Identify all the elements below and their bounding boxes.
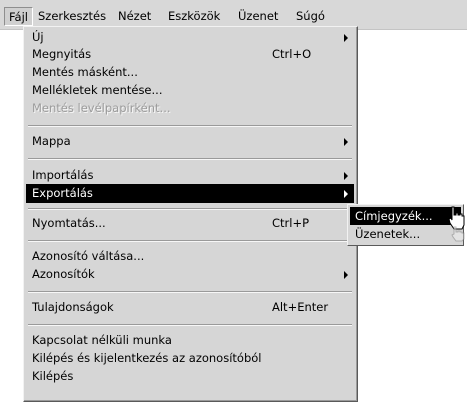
submenu-item-label: Üzenetek... — [355, 227, 421, 241]
menu-item-open[interactable]: Megnyitás Ctrl+O — [26, 45, 354, 64]
drag-trail-icon — [451, 226, 465, 242]
submenu-item-label: Címjegyzék... — [355, 209, 433, 223]
menu-item-import[interactable]: Importálás — [26, 166, 354, 185]
submenu-arrow-icon — [344, 172, 348, 180]
menu-separator — [28, 158, 352, 160]
submenu-arrow-icon — [344, 271, 348, 279]
submenu-arrow-icon — [344, 34, 348, 42]
menu-item-properties[interactable]: Tulajdonságok Alt+Enter — [26, 298, 354, 317]
menu-item-exit-and-log-off[interactable]: Kilépés és kijelentkezés az azonosítóból — [26, 349, 354, 368]
menu-separator — [28, 324, 352, 326]
submenu-arrow-icon — [344, 138, 348, 146]
menu-item-work-offline[interactable]: Kapcsolat nélküli munka — [26, 331, 354, 350]
menu-item-label: Megnyitás — [32, 47, 92, 61]
menu-item-label: Azonosítók — [32, 267, 95, 281]
submenu-item-messages[interactable]: Üzenetek... — [350, 225, 461, 243]
shortcut-label: Ctrl+O — [272, 47, 312, 61]
menu-item-label: Mellékletek mentése... — [32, 83, 163, 97]
menu-item-label: Nyomtatás... — [32, 216, 106, 230]
menu-item-label: Kilépés — [32, 369, 74, 383]
menu-file[interactable]: Fájl — [4, 7, 33, 26]
menu-item-identities[interactable]: Azonosítók — [26, 265, 354, 284]
menu-separator — [28, 208, 352, 210]
menu-item-label: Mentés másként... — [32, 65, 138, 79]
menu-separator — [28, 240, 352, 242]
menu-item-label: Azonosító váltása... — [32, 249, 145, 263]
submenu-arrow-icon — [344, 190, 348, 198]
menu-tools[interactable]: Eszközök — [164, 7, 224, 26]
menu-item-exit[interactable]: Kilépés — [26, 367, 354, 386]
menu-item-switch-identity[interactable]: Azonosító váltása... — [26, 247, 354, 266]
menu-item-print[interactable]: Nyomtatás... Ctrl+P — [26, 214, 354, 233]
menu-separator — [28, 125, 352, 127]
menu-item-export[interactable]: Exportálás — [26, 184, 354, 203]
menu-message[interactable]: Üzenet — [234, 7, 282, 26]
menu-help[interactable]: Súgó — [292, 7, 329, 26]
shortcut-label: Alt+Enter — [272, 300, 329, 314]
menu-item-label: Mappa — [32, 134, 71, 148]
menu-item-label: Kapcsolat nélküli munka — [32, 333, 172, 347]
menu-item-label: Importálás — [32, 168, 94, 182]
menu-edit[interactable]: Szerkesztés — [34, 7, 110, 26]
menu-item-save-as-stationery: Mentés levélpapírként... — [26, 99, 354, 118]
file-menu: Új Megnyitás Ctrl+O Mentés másként... Me… — [23, 26, 358, 402]
menu-item-folder[interactable]: Mappa — [26, 132, 354, 151]
submenu-item-address-book[interactable]: Címjegyzék... — [350, 207, 461, 225]
shortcut-label: Ctrl+P — [272, 216, 310, 230]
menu-item-label: Tulajdonságok — [32, 300, 114, 314]
menu-item-save-attachments[interactable]: Mellékletek mentése... — [26, 81, 354, 100]
menu-item-label: Kilépés és kijelentkezés az azonosítóból — [32, 351, 262, 365]
menu-separator — [28, 291, 352, 293]
menu-item-label: Mentés levélpapírként... — [32, 101, 171, 115]
menu-item-label: Exportálás — [32, 186, 93, 200]
menu-view[interactable]: Nézet — [114, 7, 155, 26]
menu-item-save-as[interactable]: Mentés másként... — [26, 63, 354, 82]
